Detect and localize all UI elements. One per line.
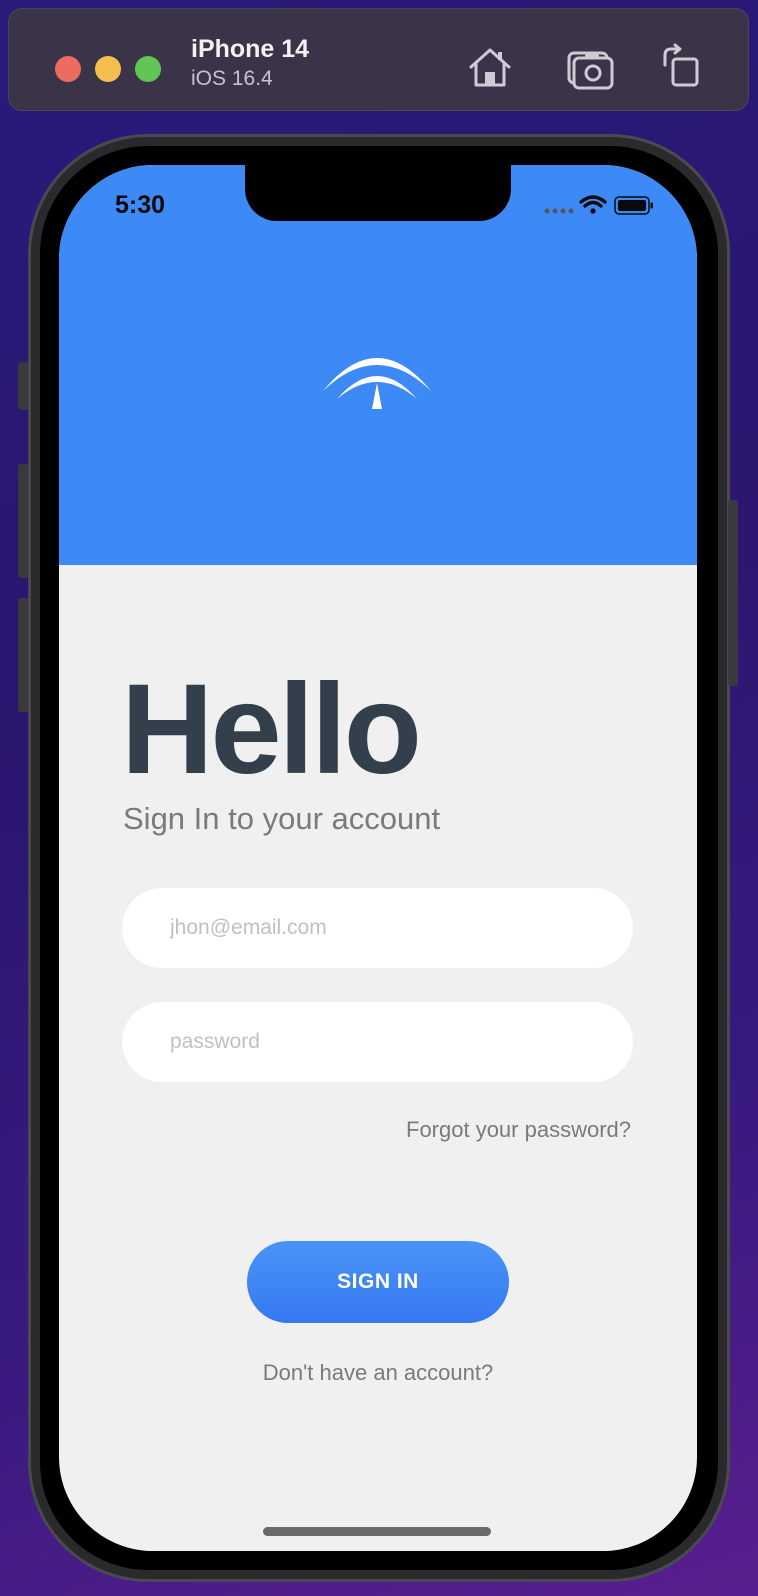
zoom-window-button[interactable] xyxy=(135,56,161,82)
close-window-button[interactable] xyxy=(55,56,81,82)
simulator-titlebar: iPhone 14 iOS 16.4 xyxy=(8,8,749,111)
signal-icon xyxy=(544,208,574,214)
device-name: iPhone 14 xyxy=(191,35,310,63)
sign-in-button[interactable]: SIGN IN xyxy=(247,1241,509,1323)
status-icons xyxy=(544,195,653,215)
minimize-window-button[interactable] xyxy=(95,56,121,82)
wifi-icon xyxy=(579,195,607,214)
email-field[interactable] xyxy=(122,888,633,968)
os-version: iOS 16.4 xyxy=(191,67,273,90)
home-indicator[interactable] xyxy=(263,1527,491,1536)
header-wave xyxy=(59,495,697,551)
home-icon[interactable] xyxy=(465,43,515,93)
battery-icon xyxy=(614,196,653,215)
power-button xyxy=(728,500,738,686)
page-title: Hello xyxy=(121,658,422,801)
screenshot-icon[interactable] xyxy=(565,43,615,93)
status-time: 5:30 xyxy=(115,191,166,219)
app-screen: 5:30 Hello Sign In to your account Forgo… xyxy=(59,165,697,1551)
sign-up-link[interactable]: Don't have an account? xyxy=(59,1360,697,1386)
notch xyxy=(245,165,511,221)
rotate-icon[interactable] xyxy=(659,43,709,93)
forgot-password-link[interactable]: Forgot your password? xyxy=(406,1117,631,1143)
volume-up-button xyxy=(18,464,28,578)
volume-down-button xyxy=(18,598,28,712)
password-field[interactable] xyxy=(122,1002,633,1082)
page-subtitle: Sign In to your account xyxy=(123,801,441,836)
app-logo-icon xyxy=(323,358,431,409)
ring-switch xyxy=(18,362,28,410)
